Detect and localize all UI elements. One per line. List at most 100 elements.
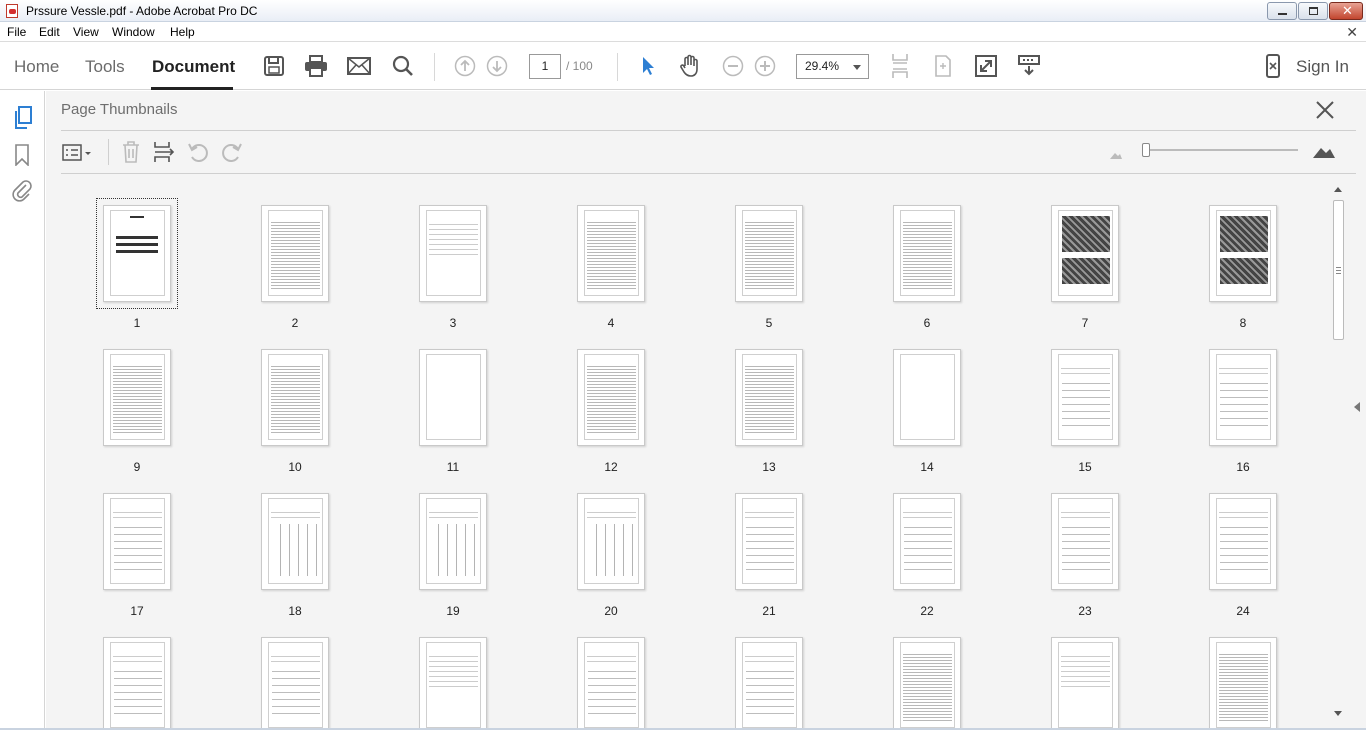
restore-button[interactable]: [1298, 2, 1328, 20]
cover-text-line: [116, 250, 158, 253]
page-thumbnail[interactable]: [577, 493, 645, 590]
page-thumbnail[interactable]: [261, 205, 329, 302]
text-lines: [271, 652, 320, 663]
close-icon: ✕: [1342, 3, 1353, 18]
page-number-label: 21: [762, 604, 776, 618]
print-icon[interactable]: [303, 53, 329, 79]
page-thumbnail[interactable]: [1051, 349, 1119, 446]
zoom-out-icon[interactable]: [720, 53, 746, 79]
text-lines: [271, 364, 320, 435]
page-thumbnail[interactable]: [261, 637, 329, 728]
small-thumbnails-icon[interactable]: [1109, 149, 1123, 163]
page-thumbnail[interactable]: [96, 198, 178, 309]
bookmark-icon[interactable]: [14, 144, 30, 169]
text-lines: [113, 364, 162, 435]
page-thumbnail[interactable]: [735, 493, 803, 590]
menu-window[interactable]: Window: [112, 25, 155, 39]
page-thumbnail[interactable]: [893, 349, 961, 446]
page-thumbnail[interactable]: [261, 349, 329, 446]
page-thumbnail[interactable]: [735, 349, 803, 446]
scroll-up-icon[interactable]: [1334, 187, 1342, 192]
close-document-icon[interactable]: ✕: [1346, 24, 1358, 41]
previous-page-icon[interactable]: [452, 53, 478, 79]
attachment-icon[interactable]: [11, 178, 33, 205]
page-number-label: 15: [1078, 460, 1092, 474]
page-thumbnail[interactable]: [1209, 637, 1277, 728]
page-thumbnail[interactable]: [419, 637, 487, 728]
page-number-label: 3: [449, 316, 457, 330]
scroll-mode-icon[interactable]: [887, 53, 913, 79]
page-thumbnail[interactable]: [577, 349, 645, 446]
menu-help[interactable]: Help: [170, 25, 195, 39]
text-lines: [1219, 508, 1268, 519]
tab-tools[interactable]: Tools: [85, 57, 125, 77]
page-thumbnail[interactable]: [103, 493, 171, 590]
diagram-block: [746, 668, 794, 720]
page-thumbnail[interactable]: [1051, 637, 1119, 728]
delete-page-icon[interactable]: [121, 141, 141, 166]
diagram-block: [114, 668, 162, 720]
zoom-in-icon[interactable]: [752, 53, 778, 79]
hand-tool-icon[interactable]: [677, 53, 703, 79]
tab-document[interactable]: Document: [152, 57, 235, 77]
next-page-icon[interactable]: [484, 53, 510, 79]
close-window-button[interactable]: ✕: [1329, 2, 1363, 20]
page-thumbnail[interactable]: [261, 493, 329, 590]
insert-page-icon[interactable]: [153, 141, 175, 166]
text-lines: [1061, 364, 1110, 375]
page-thumbnail[interactable]: [735, 637, 803, 728]
minimize-button[interactable]: [1267, 2, 1297, 20]
sign-in-button[interactable]: Sign In: [1296, 57, 1349, 77]
tab-home[interactable]: Home: [14, 57, 59, 77]
page-number-label: 23: [1078, 604, 1092, 618]
select-arrow-icon[interactable]: [635, 53, 661, 79]
scroll-down-icon[interactable]: [1334, 711, 1342, 716]
rotate-view-icon[interactable]: [930, 53, 956, 79]
thumbnail-size-slider-handle[interactable]: [1142, 143, 1150, 157]
page-thumbnail[interactable]: [419, 205, 487, 302]
page-thumbnail[interactable]: [1051, 205, 1119, 302]
menu-edit[interactable]: Edit: [39, 25, 60, 39]
page-thumbnail[interactable]: [577, 205, 645, 302]
read-mode-icon[interactable]: [1016, 53, 1042, 79]
full-screen-icon[interactable]: [973, 53, 999, 79]
email-icon[interactable]: [346, 53, 372, 79]
scrollbar-thumb[interactable]: [1333, 200, 1344, 340]
page-thumbnail[interactable]: [103, 637, 171, 728]
save-icon[interactable]: [261, 53, 287, 79]
mobile-link-icon[interactable]: [1260, 53, 1286, 79]
page-thumbnail[interactable]: [1209, 349, 1277, 446]
page-thumbnail[interactable]: [419, 349, 487, 446]
large-thumbnails-icon[interactable]: [1312, 143, 1336, 162]
options-menu-button[interactable]: [62, 143, 94, 166]
search-icon[interactable]: [390, 53, 416, 79]
page-thumbnail[interactable]: [893, 205, 961, 302]
page-thumbnails-icon[interactable]: [12, 106, 34, 133]
text-lines: [1219, 364, 1268, 375]
page-thumbnail[interactable]: [577, 637, 645, 728]
diagram-block: [1062, 524, 1110, 576]
menu-file[interactable]: File: [7, 25, 26, 39]
expand-right-pane-icon[interactable]: [1354, 402, 1360, 412]
page-thumbnail[interactable]: [419, 493, 487, 590]
zoom-level-dropdown[interactable]: 29.4%: [796, 54, 869, 79]
page-thumbnail[interactable]: [735, 205, 803, 302]
close-panel-icon[interactable]: [1314, 99, 1336, 121]
restore-icon: [1309, 7, 1318, 15]
text-lines: [903, 652, 952, 723]
rotate-clockwise-icon[interactable]: [221, 141, 243, 166]
page-number-input[interactable]: 1: [529, 54, 561, 79]
rotate-counterclockwise-icon[interactable]: [187, 141, 209, 166]
text-lines: [903, 508, 952, 519]
main-toolbar: Home Tools Document 1 / 100 29.4% Sign I…: [0, 43, 1366, 90]
menu-view[interactable]: View: [73, 25, 99, 39]
page-number-label: 13: [762, 460, 776, 474]
page-thumbnail[interactable]: [1209, 205, 1277, 302]
page-thumbnail[interactable]: [1051, 493, 1119, 590]
page-thumbnail[interactable]: [1209, 493, 1277, 590]
page-thumbnail[interactable]: [893, 493, 961, 590]
page-thumbnail[interactable]: [893, 637, 961, 728]
text-lines: [271, 508, 320, 519]
page-thumbnail[interactable]: [103, 349, 171, 446]
thumbnail-size-slider[interactable]: [1146, 149, 1298, 151]
